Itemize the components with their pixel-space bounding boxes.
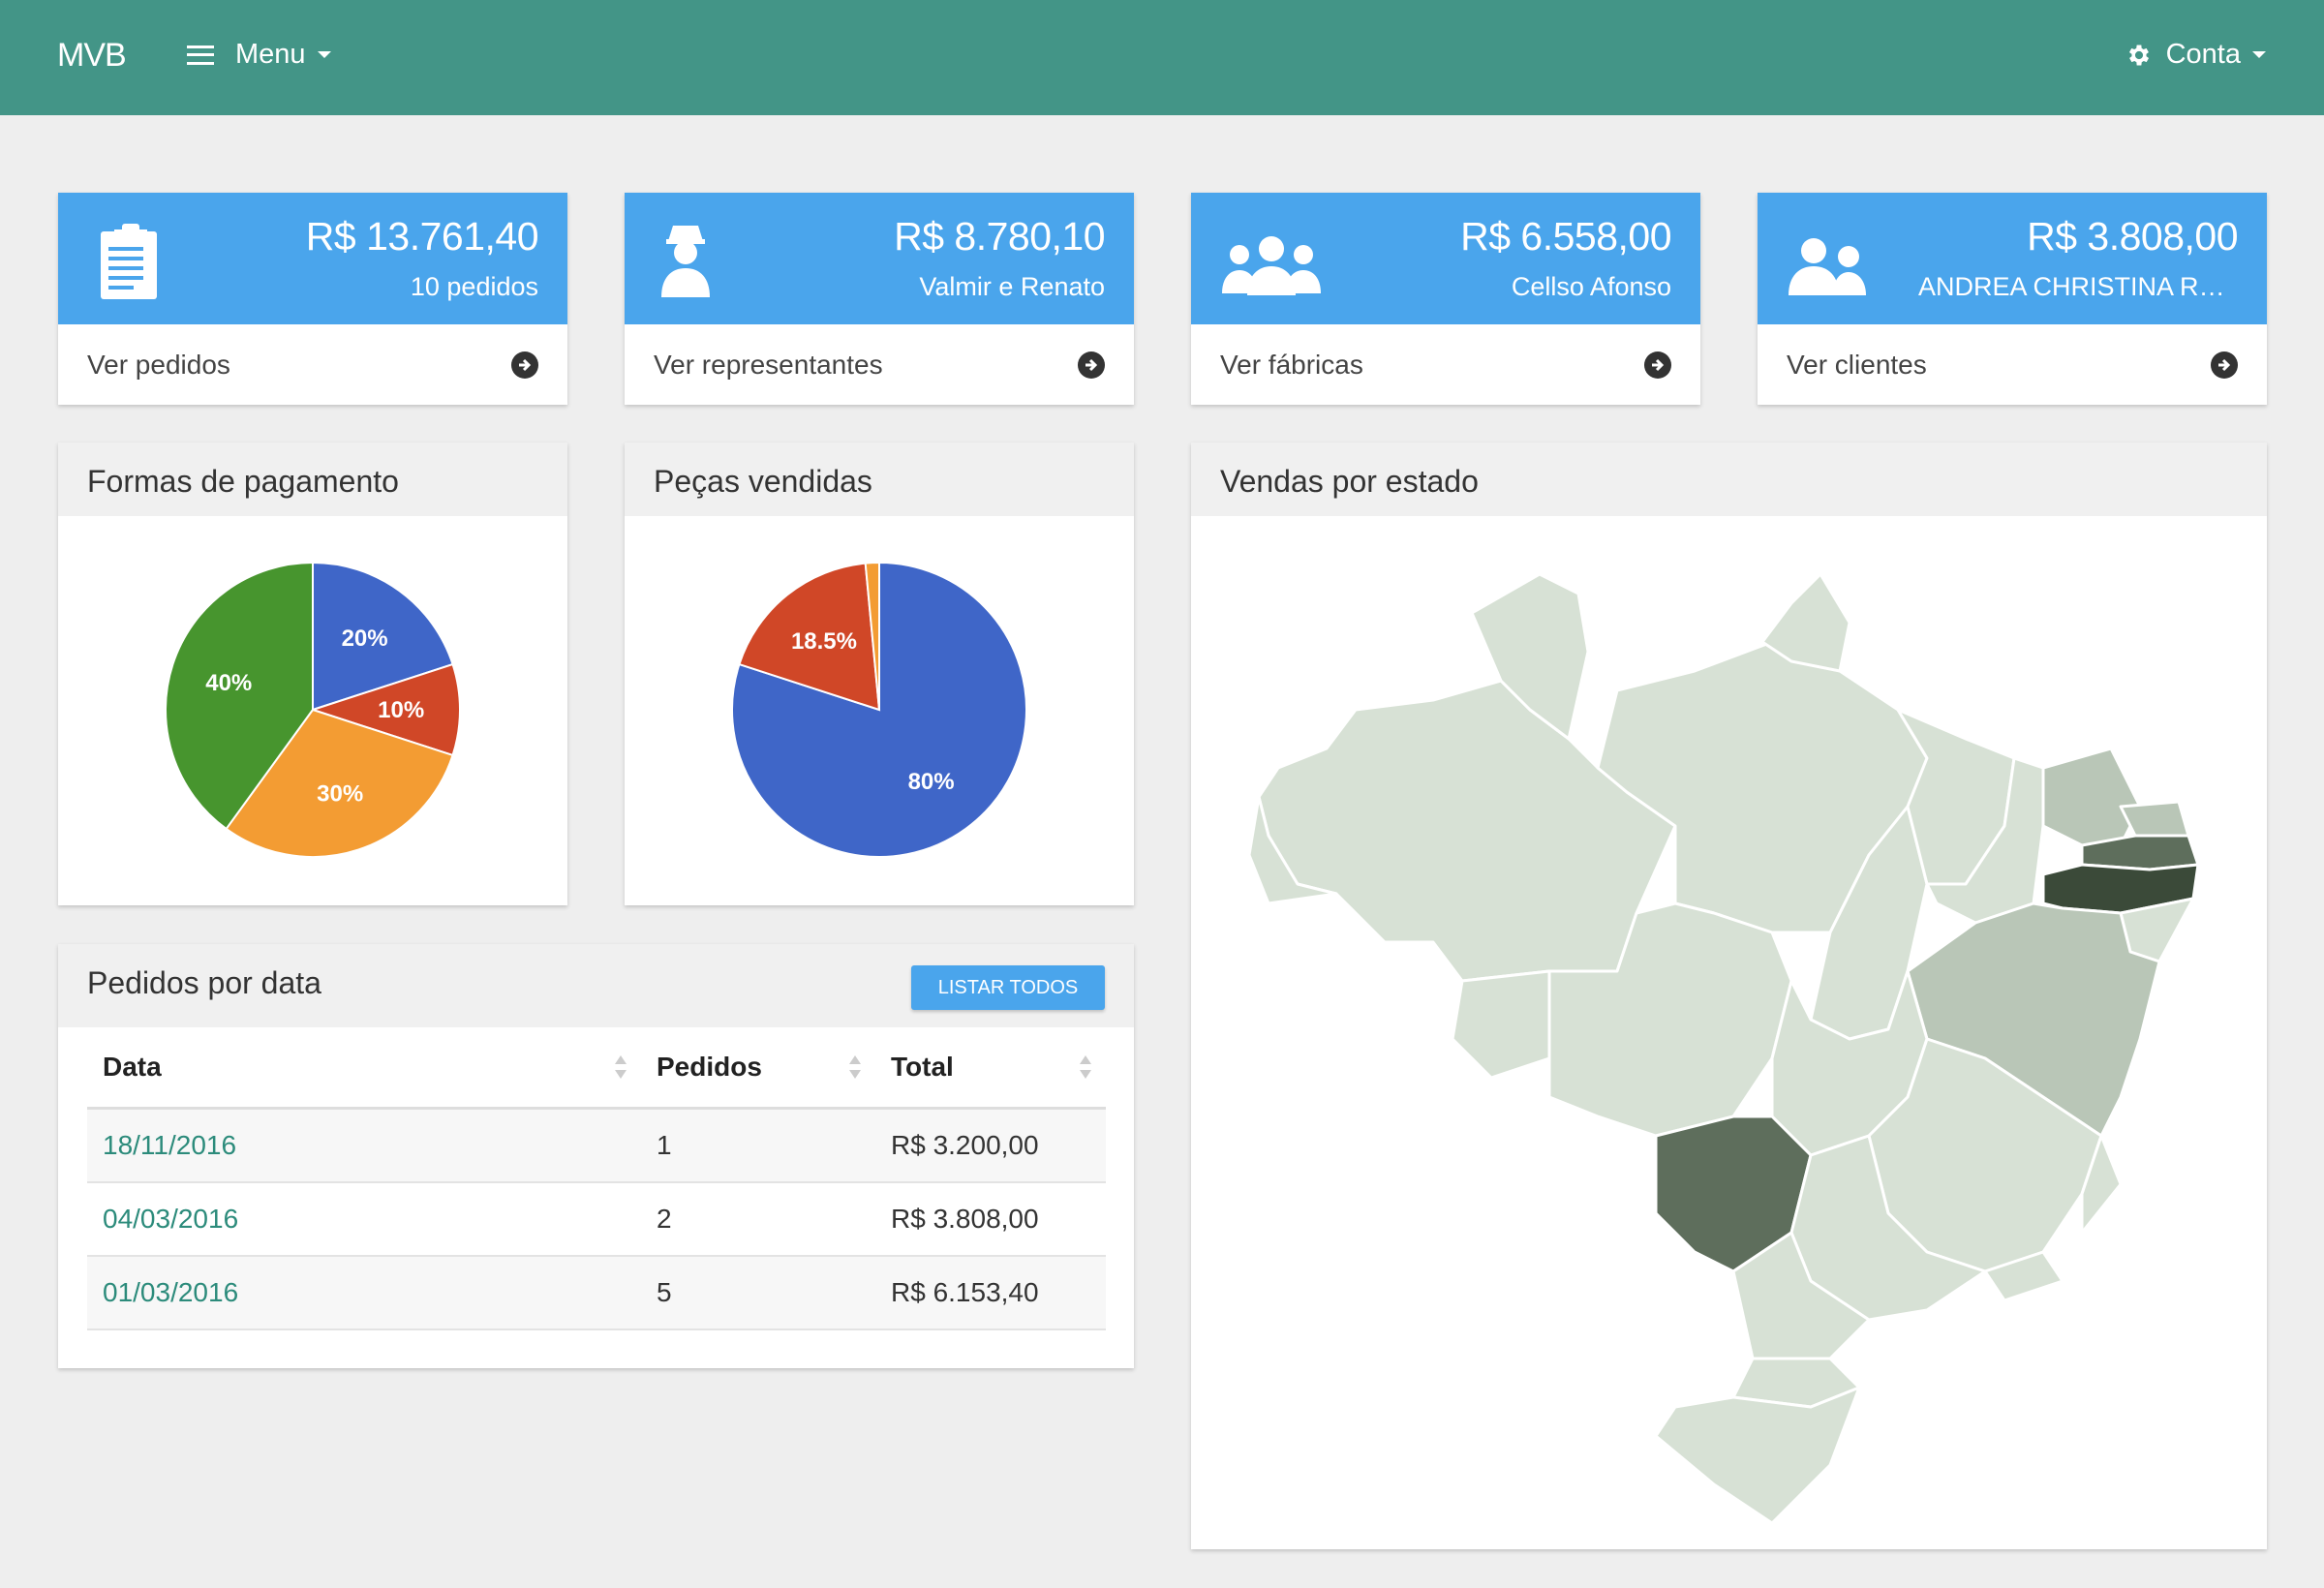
stat-card-representantes: R$ 8.780,10 Valmir e Renato Ver represen…	[625, 193, 1134, 405]
map-state-paraiba[interactable]	[2080, 834, 2200, 871]
cell-total: R$ 6.153,40	[875, 1256, 1106, 1330]
payment-methods-panel: Formas de pagamento 20% 10% 30% 40%	[58, 443, 567, 905]
cell-date: 18/11/2016	[87, 1108, 641, 1183]
view-orders-link[interactable]: Ver pedidos	[58, 324, 567, 405]
pie-slice-label: 30%	[317, 781, 363, 808]
panel-header: Formas de pagamento	[58, 443, 567, 516]
brand-logo[interactable]: MVB	[57, 37, 127, 75]
stat-card-pedidos: R$ 13.761,40 10 pedidos Ver pedidos	[58, 193, 567, 405]
stat-subtitle: 10 pedidos	[410, 272, 538, 301]
panel-header: Pedidos por data Listar todos	[58, 944, 1134, 1027]
cell-date: 04/03/2016	[87, 1182, 641, 1257]
parts-sold-pie-chart: 80% 18.5%	[731, 561, 1027, 858]
menu-dropdown[interactable]: Menu	[187, 39, 331, 71]
map-state-rondonia[interactable]	[1451, 969, 1551, 1080]
cell-count: 5	[641, 1256, 875, 1330]
cell-count: 1	[641, 1108, 875, 1183]
sort-icon	[849, 1055, 861, 1079]
pie-slice-label: 18.5%	[791, 628, 857, 655]
cell-count: 2	[641, 1182, 875, 1257]
stat-card-fabricas: R$ 6.558,00 Cellso Afonso Ver fábricas	[1191, 193, 1700, 405]
caret-down-icon	[317, 51, 331, 58]
table-row: 01/03/2016 5 R$ 6.153,40	[87, 1256, 1106, 1330]
order-date-link[interactable]: 01/03/2016	[103, 1277, 238, 1307]
stat-subtitle: Valmir e Renato	[919, 272, 1105, 301]
stat-amount: R$ 8.780,10	[894, 214, 1105, 259]
map-state-rio-grande-do-norte[interactable]	[2119, 800, 2190, 838]
stat-card-header: R$ 13.761,40 10 pedidos	[58, 193, 567, 324]
stat-card-header: R$ 8.780,10 Valmir e Renato	[625, 193, 1134, 324]
stat-amount: R$ 13.761,40	[305, 214, 539, 259]
panel-header: Peças vendidas	[625, 443, 1134, 516]
stat-link-label: Ver representantes	[654, 349, 883, 380]
stat-card-header: R$ 3.808,00 ANDREA CHRISTINA RE...	[1758, 193, 2267, 324]
caret-down-icon	[2252, 51, 2266, 58]
column-label: Data	[103, 1052, 162, 1082]
hamburger-icon	[187, 45, 214, 65]
panel-title: Vendas por estado	[1220, 464, 1479, 499]
user-icon	[661, 226, 710, 297]
sales-by-state-panel: Vendas por estado	[1191, 443, 2267, 1549]
orders-by-date-panel: Pedidos por data Listar todos Data Pedid…	[58, 944, 1134, 1368]
view-representatives-link[interactable]: Ver representantes	[625, 324, 1134, 405]
table-row: 18/11/2016 1 R$ 3.200,00	[87, 1108, 1106, 1183]
view-clients-link[interactable]: Ver clientes	[1758, 324, 2267, 405]
order-date-link[interactable]: 18/11/2016	[103, 1130, 236, 1160]
stat-link-label: Ver fábricas	[1220, 349, 1363, 380]
stat-card-clientes: R$ 3.808,00 ANDREA CHRISTINA RE... Ver c…	[1758, 193, 2267, 405]
arrow-right-circle-icon	[2211, 351, 2238, 379]
column-label: Total	[891, 1052, 954, 1082]
payment-methods-pie-chart: 20% 10% 30% 40%	[165, 561, 462, 858]
map-state-ceara[interactable]	[2041, 747, 2142, 847]
sort-icon	[1080, 1055, 1091, 1079]
stat-card-header: R$ 6.558,00 Cellso Afonso	[1191, 193, 1700, 324]
map-state-rio-grande-do-sul[interactable]	[1654, 1386, 1861, 1525]
stat-subtitle: Cellso Afonso	[1511, 272, 1671, 301]
column-header-data[interactable]: Data	[87, 1027, 641, 1110]
list-all-button[interactable]: Listar todos	[911, 965, 1105, 1010]
arrow-right-circle-icon	[511, 351, 538, 379]
cell-total: R$ 3.200,00	[875, 1108, 1106, 1183]
clipboard-icon	[101, 224, 157, 299]
account-label: Conta	[2165, 39, 2241, 70]
table-row: 04/03/2016 2 R$ 3.808,00	[87, 1182, 1106, 1257]
parts-sold-panel: Peças vendidas 80% 18.5%	[625, 443, 1134, 905]
pie-slice-label: 80%	[908, 769, 955, 795]
users-group-icon	[1222, 236, 1321, 295]
order-date-link[interactable]: 04/03/2016	[103, 1204, 238, 1234]
stat-subtitle: ANDREA CHRISTINA RE...	[1918, 272, 2238, 301]
pie-slice-label: 20%	[342, 626, 388, 652]
account-dropdown[interactable]: Conta	[2125, 39, 2266, 71]
users-pair-icon	[1789, 238, 1866, 295]
pie-slice-label: 10%	[378, 697, 424, 723]
panel-title: Peças vendidas	[654, 464, 872, 499]
panel-title: Pedidos por data	[87, 965, 321, 1000]
brazil-states-map[interactable]	[1191, 516, 2267, 1549]
panel-header: Vendas por estado	[1191, 443, 2267, 516]
stat-link-label: Ver clientes	[1787, 349, 1927, 380]
column-label: Pedidos	[657, 1052, 762, 1082]
stat-amount: R$ 3.808,00	[2027, 214, 2238, 259]
top-navbar: MVB Menu Conta	[0, 0, 2324, 115]
stat-amount: R$ 6.558,00	[1460, 214, 1671, 259]
pie-slice-label: 40%	[205, 670, 252, 696]
orders-table: Data Pedidos Total 18/11/2016 1 R$ 3.200…	[87, 1027, 1106, 1330]
panel-title: Formas de pagamento	[87, 464, 399, 499]
arrow-right-circle-icon	[1644, 351, 1671, 379]
view-factories-link[interactable]: Ver fábricas	[1191, 324, 1700, 405]
arrow-right-circle-icon	[1078, 351, 1105, 379]
menu-label: Menu	[235, 39, 306, 70]
column-header-pedidos[interactable]: Pedidos	[641, 1027, 875, 1110]
stat-link-label: Ver pedidos	[87, 349, 230, 380]
cell-total: R$ 3.808,00	[875, 1182, 1106, 1257]
sort-icon	[615, 1055, 627, 1079]
table-header-row: Data Pedidos Total	[87, 1027, 1106, 1110]
cell-date: 01/03/2016	[87, 1256, 641, 1330]
column-header-total[interactable]: Total	[875, 1027, 1106, 1110]
gear-icon	[2128, 45, 2149, 65]
